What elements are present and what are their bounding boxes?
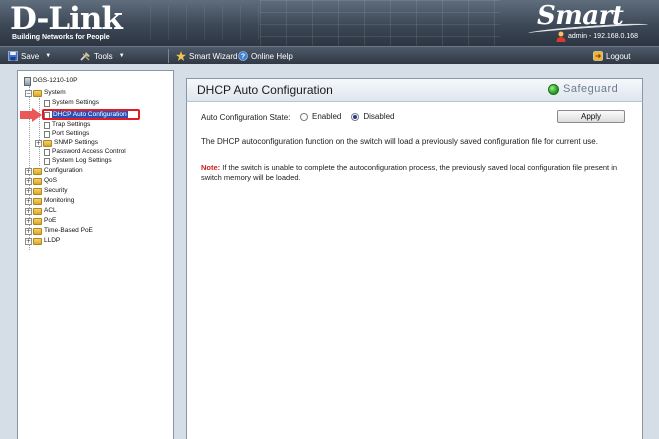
tree-item-system-settings[interactable]: System Settings [44,99,99,107]
page-icon [44,157,50,165]
user-info: admin - 192.168.0.168 [568,33,639,40]
safeguard-indicator: Safeguard [548,83,618,95]
smart-wizard-link[interactable]: Smart Wizard [176,50,237,62]
disabled-radio[interactable] [351,112,360,121]
tree-item-snmp-settings[interactable]: + SNMP Settings [35,139,98,147]
folder-icon [33,217,42,225]
folder-icon [33,167,42,175]
collapse-icon[interactable]: − [25,89,32,97]
tools-label: Tools [94,51,113,61]
page-icon [44,121,50,129]
tree-item-system[interactable]: − System [25,89,66,97]
chevron-down-icon: ▼ [45,53,52,59]
expand-icon[interactable]: + [25,177,32,185]
toolbar-divider [168,49,169,63]
tree-item-poe[interactable]: + PoE [25,217,56,225]
enabled-radio-label[interactable]: Enabled [312,112,341,121]
tree-item-system-log-settings[interactable]: System Log Settings [44,157,112,165]
expand-icon[interactable]: + [35,139,42,147]
folder-icon [33,237,42,245]
navigation-tree [17,70,174,439]
tree-item-time-based-poe[interactable]: + Time-Based PoE [25,227,93,235]
description-text: The DHCP autoconfiguration function on t… [201,137,598,146]
auto-config-state-label: Auto Configuration State: [201,113,291,122]
enabled-radio[interactable] [300,112,308,121]
expand-icon[interactable]: + [25,207,32,215]
help-icon: ? [238,51,248,61]
banner-grid-decoration [260,0,500,46]
tree-item-security[interactable]: + Security [25,187,67,195]
note-text: Note: If the switch is unable to complet… [201,163,631,183]
folder-icon [33,187,42,195]
folder-icon [33,197,42,205]
online-help-label: Online Help [251,51,293,61]
svg-text:?: ? [241,54,245,61]
tree-item-qos[interactable]: + QoS [25,177,57,185]
online-help-link[interactable]: ? Online Help [238,50,293,62]
safeguard-label: Safeguard [563,83,619,95]
tools-icon [80,52,90,61]
expand-icon[interactable]: + [25,197,32,205]
header-banner: D-Link Building Networks for People Smar… [0,0,659,46]
tree-item-trap-settings[interactable]: Trap Settings [44,121,90,129]
dlink-tagline: Building Networks for People [12,34,110,41]
logout-label: Logout [606,51,631,61]
dlink-logo: D-Link [10,1,123,37]
selection-highlight-box [42,109,140,120]
tree-item-configuration[interactable]: + Configuration [25,167,83,175]
tree-item-port-settings[interactable]: Port Settings [44,130,89,138]
folder-icon [43,139,52,147]
save-menu[interactable]: Save ▼ [8,50,51,62]
pointer-arrow-icon [20,108,42,122]
tree-item-password-access-control[interactable]: Password Access Control [44,148,126,156]
smart-wizard-label: Smart Wizard [189,51,238,61]
page-title: DHCP Auto Configuration [197,83,333,97]
expand-icon[interactable]: + [25,227,32,235]
tools-menu[interactable]: Tools ▼ [80,50,125,62]
expand-icon[interactable]: + [25,237,32,245]
folder-icon [33,177,42,185]
expand-icon[interactable]: + [25,187,32,195]
logout-button[interactable]: Logout [593,50,630,62]
tree-item-root[interactable]: DGS-1210-10P [24,76,77,86]
folder-open-icon [33,89,42,97]
page-icon [44,148,50,156]
page-icon [44,130,50,138]
auto-config-state-radio-group: Enabled Disabled [300,112,395,121]
expand-icon[interactable]: + [25,167,32,175]
safeguard-status-icon [548,83,559,95]
expand-icon[interactable]: + [25,217,32,225]
user-icon [556,31,566,42]
tree-item-acl[interactable]: + ACL [25,207,57,215]
note-label: Note: [201,163,221,172]
page-icon [44,99,50,107]
folder-icon [33,207,42,215]
toolbar: Save ▼ Tools ▼ Smart Wizard ? Online Hel… [0,46,659,64]
banner-decoration [150,6,260,40]
switch-device-icon [24,76,31,86]
wizard-icon [176,51,186,61]
apply-button[interactable]: Apply [557,110,625,123]
note-body: If the switch is unable to complete the … [201,163,618,182]
save-label: Save [21,51,40,61]
save-icon [8,51,18,61]
content-panel [186,78,643,439]
tree-item-lldp[interactable]: + LLDP [25,237,60,245]
tree-item-monitoring[interactable]: + Monitoring [25,197,74,205]
chevron-down-icon: ▼ [118,53,125,59]
logout-icon [593,51,603,61]
folder-icon [33,227,42,235]
disabled-radio-label[interactable]: Disabled [363,112,394,121]
